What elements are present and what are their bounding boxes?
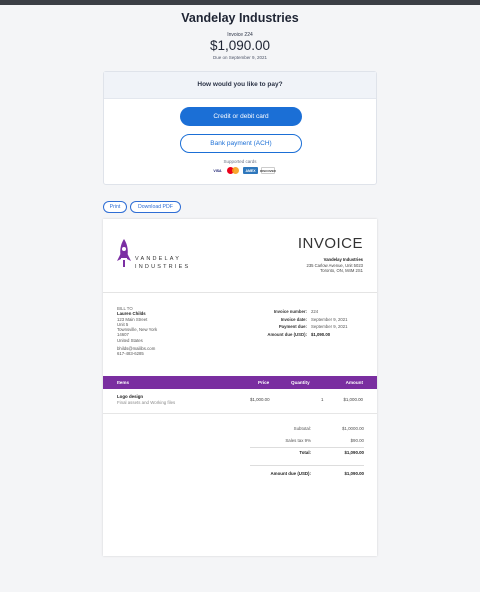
mastercard-icon <box>227 167 240 174</box>
visa-icon: VISA <box>211 167 224 174</box>
invoice-meta: Invoice number: 224 Invoice date: Septembe… <box>267 309 348 337</box>
discover-icon: DISCOVER <box>260 167 276 174</box>
card-logos: VISA AMEX DISCOVER <box>211 167 276 175</box>
divider <box>103 292 377 293</box>
divider <box>250 465 364 466</box>
bank-payment-button[interactable]: Bank payment (ACH) <box>180 134 302 153</box>
col-quantity: Quantity <box>291 380 310 385</box>
divider <box>103 413 377 414</box>
invoice-document: VANDELAY INDUSTRIES INVOICE Vandelay Ind… <box>103 219 377 556</box>
supported-cards-label: Supported cards <box>223 159 257 164</box>
rocket-logo-icon <box>117 239 131 267</box>
tax-row: Sales tax 9% $90.00 <box>285 438 364 443</box>
print-button[interactable]: Print <box>103 201 127 213</box>
sender-address: Vandelay Industries 235 Carlow Avenue, U… <box>306 257 364 273</box>
payment-question: How would you like to pay? <box>104 72 376 99</box>
divider <box>250 447 364 448</box>
credit-card-button[interactable]: Credit or debit card <box>180 107 302 126</box>
invoice-amount: $1,090.00 <box>209 38 271 53</box>
company-name: Vandelay Industries <box>181 11 299 25</box>
amount-due-row: Amount due (USD): $1,090.00 <box>270 471 365 476</box>
bill-to-block: BILL TO Lauren Childs 123 Main Street Un… <box>117 306 158 357</box>
logo-wordmark: VANDELAY INDUSTRIES <box>135 256 191 270</box>
invoice-title: INVOICE <box>297 235 363 252</box>
total-row: Total: $1,090.00 <box>299 450 364 455</box>
col-amount: Amount <box>345 380 363 385</box>
table-row: Logo design Final assets and Working fil… <box>117 394 363 405</box>
due-date: Due on September 9, 2021 <box>212 55 268 60</box>
col-items: Items <box>117 380 130 385</box>
subtotal-row: Subtotal: $1,0000.00 <box>293 426 364 431</box>
top-bar <box>0 0 480 5</box>
amex-icon: AMEX <box>243 167 258 174</box>
download-pdf-button[interactable]: Download PDF <box>130 201 181 213</box>
col-price: Price <box>258 380 270 385</box>
payment-panel: How would you like to pay? Credit or deb… <box>103 71 377 185</box>
table-header: Items Price Quantity Amount <box>103 376 377 389</box>
